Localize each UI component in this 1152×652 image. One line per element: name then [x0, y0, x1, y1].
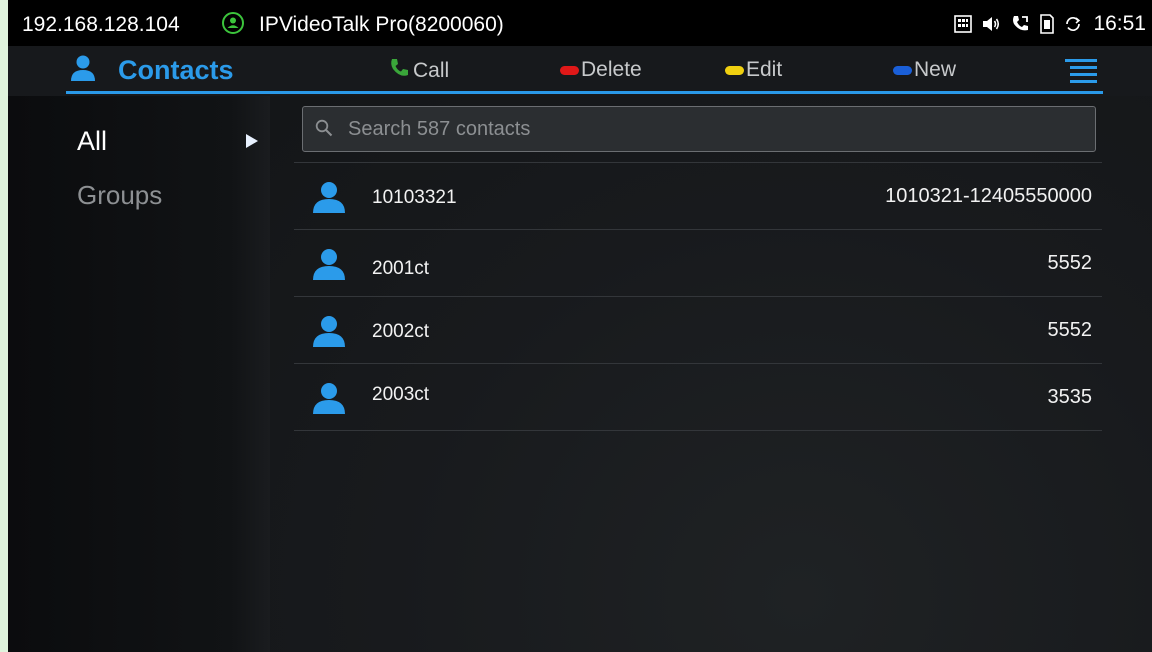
contact-row[interactable]: 2001ct 5552 [294, 229, 1102, 296]
contact-avatar-icon [312, 247, 346, 286]
red-dot-icon [560, 65, 579, 75]
action-bar: Contacts Call Delete Edit New [8, 46, 1152, 96]
header-underline [66, 91, 1103, 94]
edit-button[interactable]: Edit [725, 58, 782, 82]
account-icon [222, 12, 244, 34]
call-forward-icon [1010, 14, 1030, 34]
contact-name: 10103321 [372, 187, 457, 208]
volume-icon [981, 15, 1001, 33]
delete-label: Delete [581, 58, 642, 81]
contact-name: 2002ct [372, 321, 430, 342]
sidebar: All Groups [8, 96, 270, 652]
person-icon [70, 54, 96, 87]
contact-row[interactable]: 10103321 1010321-12405550000 [294, 162, 1102, 229]
contact-avatar-icon [312, 180, 346, 219]
contact-number: 5552 [1047, 252, 1093, 274]
keypad-icon [954, 15, 973, 33]
contact-avatar-icon [312, 314, 346, 353]
contact-number: 3535 [1047, 386, 1093, 408]
call-label: Call [413, 59, 450, 82]
contact-number: 5552 [1047, 319, 1093, 341]
sidebar-item-all[interactable]: All [77, 126, 107, 157]
sd-card-icon [1039, 14, 1055, 34]
page-title: Contacts [118, 55, 234, 85]
blue-dot-icon [893, 65, 912, 75]
device-screen: 192.168.128.104 IPVideoTalk Pro(8200060) [8, 0, 1152, 652]
contact-row[interactable]: 2002ct 5552 [294, 296, 1102, 363]
contact-name: 2001ct [372, 258, 430, 279]
status-icons: 16:51 [954, 12, 1146, 36]
contact-avatar-icon [312, 381, 346, 420]
contact-number: 1010321-12405550000 [885, 185, 1092, 207]
selected-arrow-icon [245, 133, 259, 154]
search-placeholder: Search 587 contacts [348, 118, 531, 140]
phone-icon [389, 58, 409, 84]
new-button[interactable]: New [893, 58, 956, 82]
contact-name: 2003ct [372, 384, 430, 405]
contact-row[interactable]: 2003ct 3535 [294, 363, 1102, 431]
menu-icon[interactable] [1065, 59, 1097, 88]
ip-address: 192.168.128.104 [22, 13, 180, 36]
call-button[interactable]: Call [389, 58, 449, 84]
search-icon [315, 119, 333, 143]
edit-label: Edit [746, 58, 783, 81]
status-bar: 192.168.128.104 IPVideoTalk Pro(8200060) [8, 0, 1152, 46]
delete-button[interactable]: Delete [560, 58, 642, 82]
search-input[interactable]: Search 587 contacts [302, 106, 1096, 152]
yellow-dot-icon [725, 65, 744, 75]
account-title: IPVideoTalk Pro(8200060) [259, 13, 504, 36]
sync-icon [1064, 15, 1082, 33]
clock: 16:51 [1093, 12, 1146, 35]
contacts-panel: Search 587 contacts 10103321 1010321-124… [270, 96, 1152, 652]
sidebar-item-groups[interactable]: Groups [77, 180, 162, 211]
new-label: New [914, 58, 957, 81]
contacts-header: Contacts [70, 54, 234, 87]
